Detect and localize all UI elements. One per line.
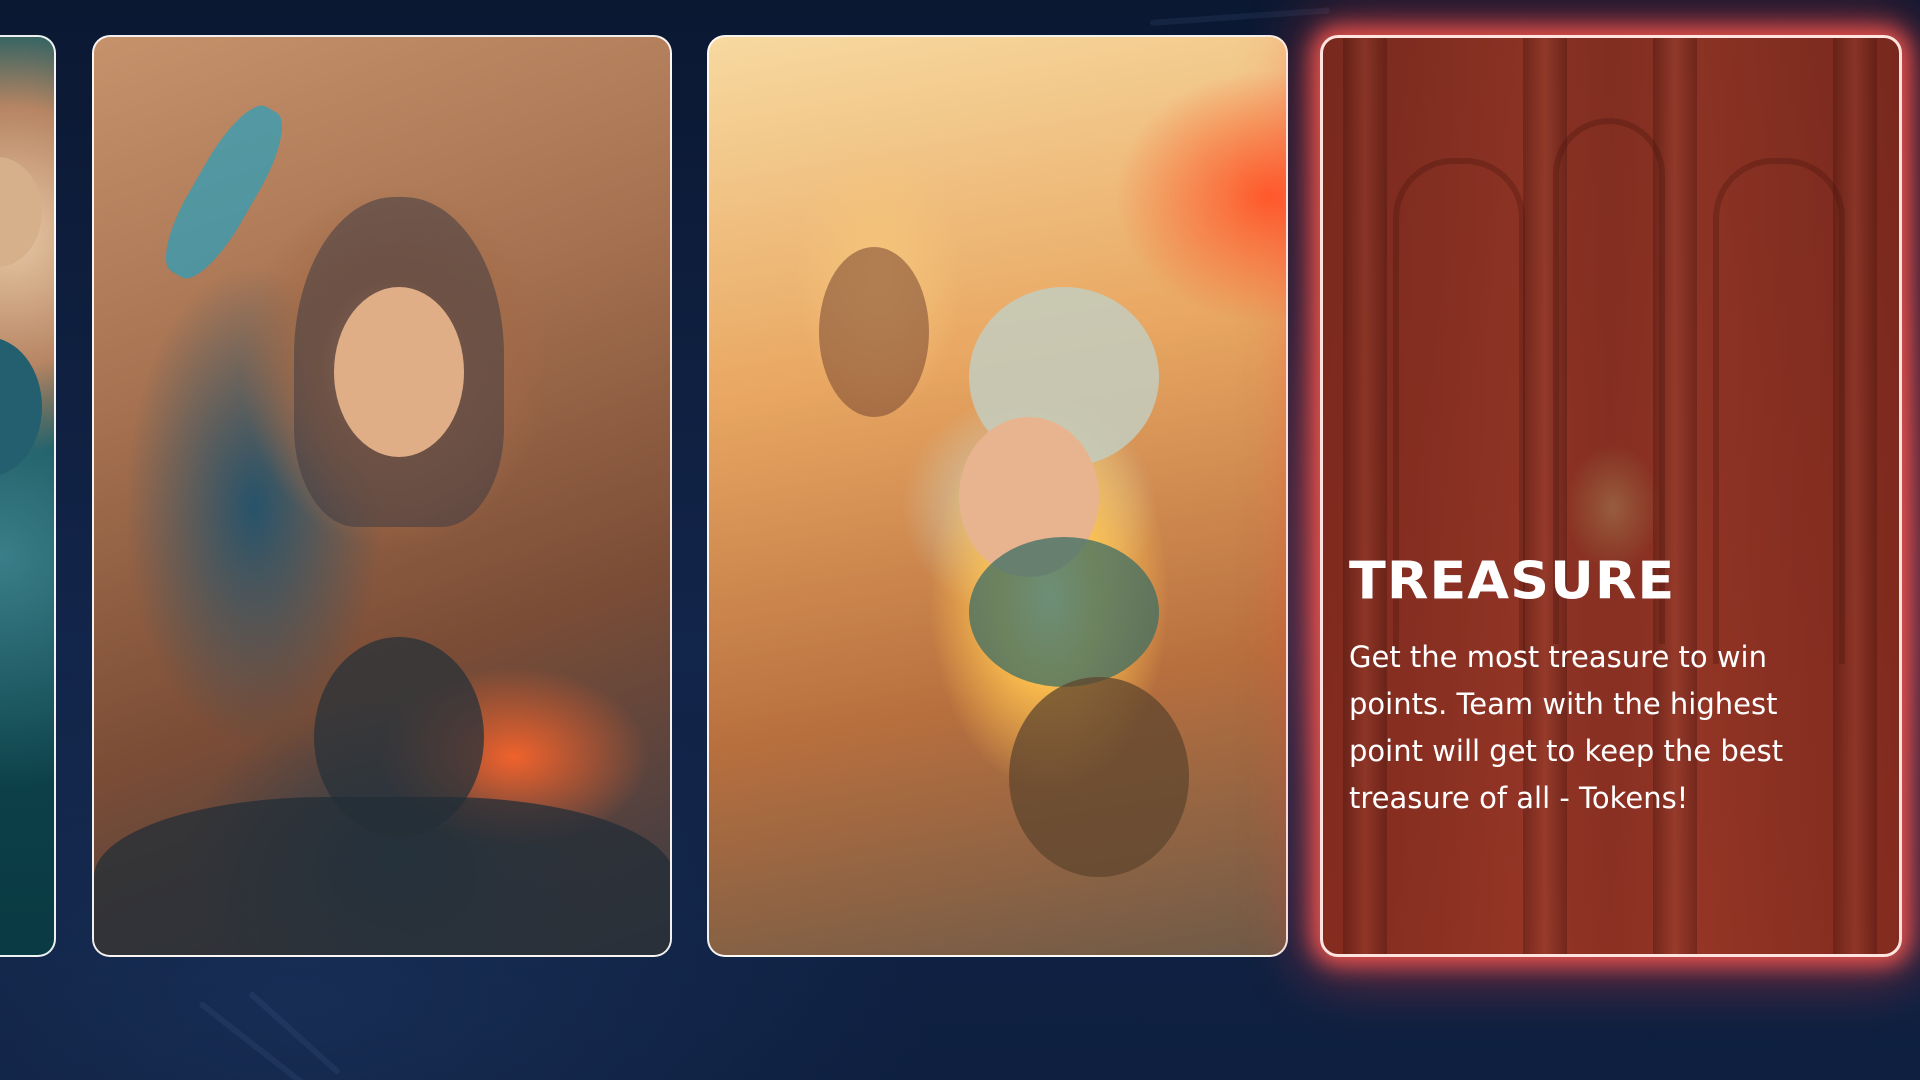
background-texture <box>198 1000 313 1080</box>
mode-card-ponytail-warrior[interactable] <box>707 35 1288 957</box>
archer-figure-art <box>819 247 929 417</box>
card-art <box>0 337 42 477</box>
card-content: TREASURE Get the most treasure to win po… <box>1349 553 1849 822</box>
background-texture <box>247 990 342 1076</box>
background-texture <box>1149 7 1330 26</box>
card-art <box>0 157 42 267</box>
game-mode-carousel: TREASURE Get the most treasure to win po… <box>0 0 1920 1080</box>
smoke-art <box>94 797 670 955</box>
card-description: Get the most treasure to win points. Tea… <box>1349 640 1784 816</box>
face-art <box>334 287 464 457</box>
card-title: TREASURE <box>1349 551 1676 611</box>
body-art <box>1009 677 1189 877</box>
scarf-art <box>969 537 1159 687</box>
mode-card-partial[interactable] <box>0 35 56 957</box>
crystal-art <box>150 94 298 290</box>
mode-card-hooded-archer[interactable] <box>92 35 672 957</box>
mode-card-treasure[interactable]: TREASURE Get the most treasure to win po… <box>1320 35 1902 957</box>
